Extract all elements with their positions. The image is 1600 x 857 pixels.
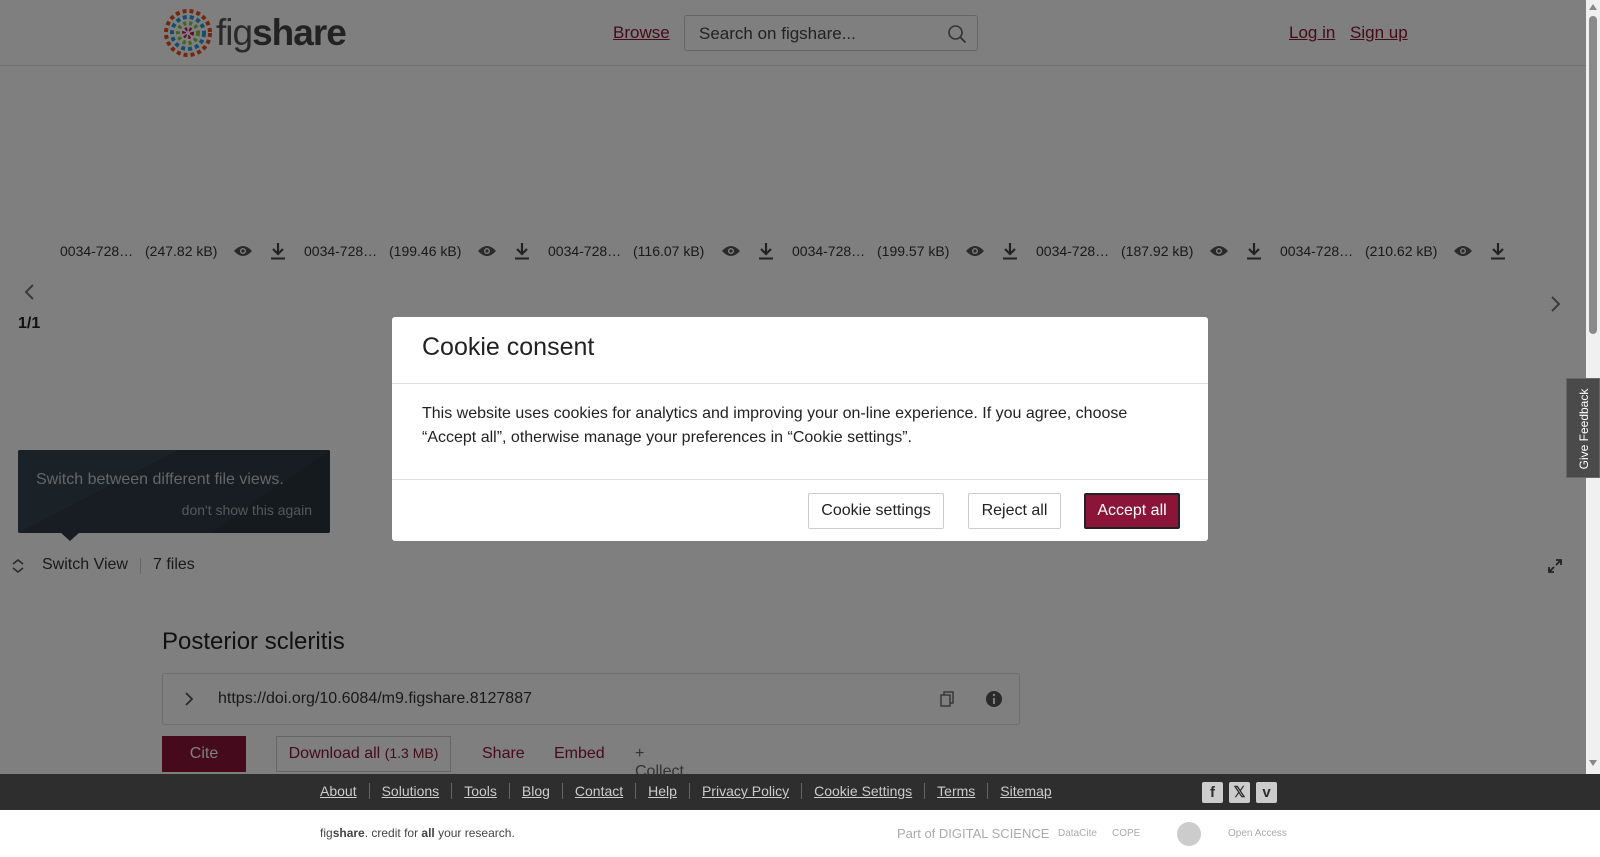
cookie-settings-button[interactable]: Cookie settings: [808, 493, 944, 529]
footer-link-solutions[interactable]: Solutions: [368, 783, 452, 799]
footer-links-bar: About Solutions Tools Blog Contact Help …: [0, 774, 1600, 810]
give-feedback-tab[interactable]: Give Feedback: [1566, 378, 1600, 478]
divider: [392, 383, 1208, 384]
scroll-thumb[interactable]: [1589, 16, 1597, 334]
digital-science-logo[interactable]: Part of DIGITAL SCIENCE: [897, 820, 1049, 846]
footer-link-tools[interactable]: Tools: [451, 783, 509, 799]
divider: [392, 479, 1208, 480]
footer-link-sitemap[interactable]: Sitemap: [987, 783, 1063, 799]
scroll-up-arrow[interactable]: [1589, 4, 1597, 10]
partner-seal-icon[interactable]: [1177, 822, 1201, 846]
vimeo-icon[interactable]: v: [1256, 782, 1277, 803]
cookie-consent-dialog: Cookie consent This website uses cookies…: [392, 317, 1208, 541]
dialog-body: This website uses cookies for analytics …: [422, 405, 1128, 446]
footer-tagline: figshare. credit for all your research.: [320, 826, 515, 840]
scroll-down-arrow[interactable]: [1589, 760, 1597, 766]
facebook-icon[interactable]: f: [1202, 782, 1223, 803]
footer-link-contact[interactable]: Contact: [561, 783, 635, 799]
accept-all-button[interactable]: Accept all: [1084, 493, 1180, 529]
datacite-logo[interactable]: DataCite: [1058, 820, 1097, 846]
footer-bottom: figshare. credit for all your research. …: [0, 810, 1600, 857]
open-access-logo[interactable]: Open Access: [1228, 820, 1287, 846]
footer-link-blog[interactable]: Blog: [508, 783, 562, 799]
footer-nav: About Solutions Tools Blog Contact Help …: [320, 783, 1064, 799]
footer-link-terms[interactable]: Terms: [924, 783, 987, 799]
dialog-title: Cookie consent: [422, 333, 595, 361]
footer-link-privacy[interactable]: Privacy Policy: [688, 783, 801, 799]
footer-link-help[interactable]: Help: [635, 783, 689, 799]
footer-link-cookie-settings[interactable]: Cookie Settings: [801, 783, 924, 799]
reject-all-button[interactable]: Reject all: [968, 493, 1061, 529]
footer-link-about[interactable]: About: [320, 783, 369, 799]
x-icon[interactable]: 𝕏: [1229, 782, 1250, 803]
feedback-label: Give Feedback: [1577, 388, 1591, 470]
cope-logo[interactable]: COPE: [1112, 820, 1140, 846]
